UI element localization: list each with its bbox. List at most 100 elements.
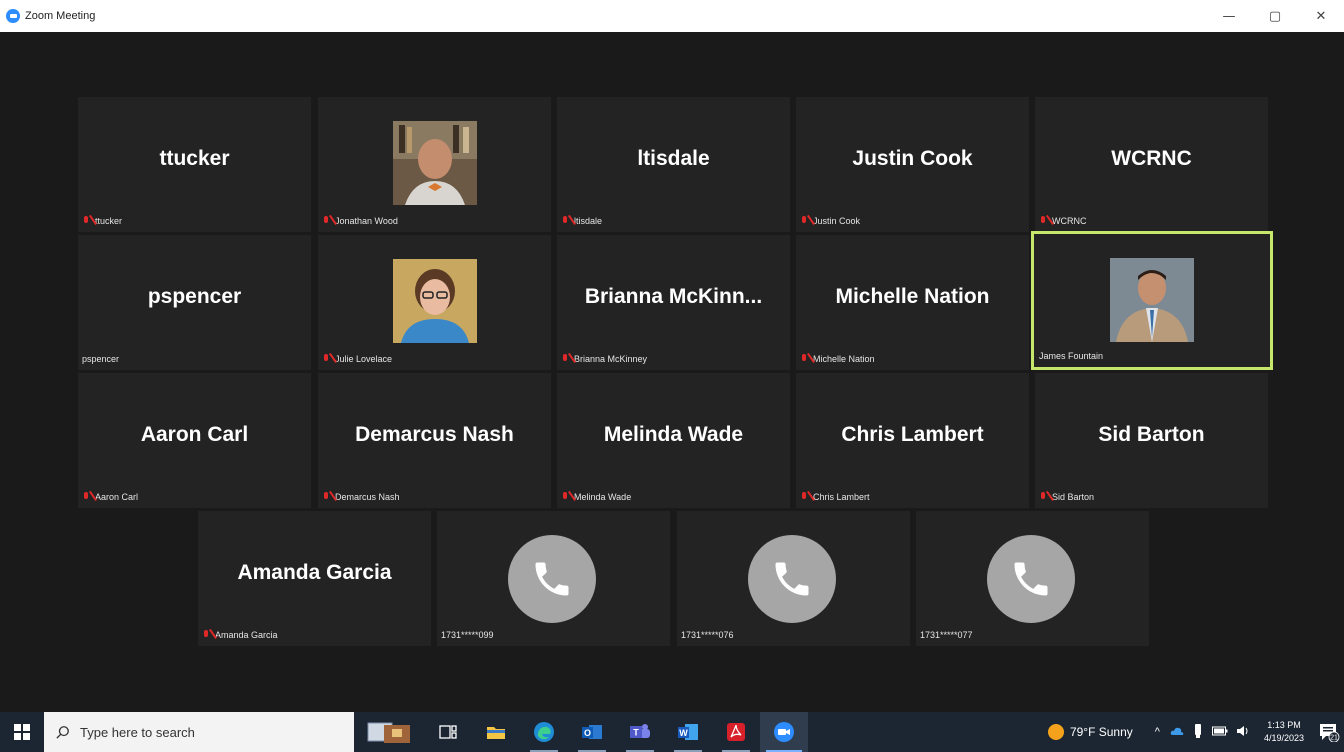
- participant-name-label: Aaron Carl: [82, 492, 138, 502]
- participant-name-label: Demarcus Nash: [322, 492, 400, 502]
- participant-display-name: Melinda Wade: [603, 423, 744, 446]
- window-title: Zoom Meeting: [25, 10, 96, 22]
- participant-name-label: James Fountain: [1039, 351, 1104, 361]
- phone-participant-tile[interactable]: 1731*****077: [916, 511, 1149, 646]
- phone-icon: [748, 535, 836, 623]
- participant-display-name: Chris Lambert: [841, 423, 984, 446]
- sun-icon: [1047, 724, 1064, 740]
- participant-name-label: ttucker: [82, 216, 122, 226]
- participant-name-label: Melinda Wade: [561, 492, 631, 502]
- participant-tile[interactable]: Sid Barton Sid Barton: [1035, 373, 1268, 508]
- gallery-view: ttucker ttucker Jonathan Wood ltisdale l…: [6, 32, 1338, 706]
- show-hidden-icons-chevron-icon[interactable]: ^: [1155, 726, 1160, 738]
- muted-mic-icon: [561, 354, 570, 364]
- notification-count: 21: [1330, 735, 1338, 742]
- participant-name-label: Amanda Garcia: [202, 630, 278, 640]
- muted-mic-icon: [561, 492, 570, 502]
- participant-tile[interactable]: Jonathan Wood: [318, 97, 551, 232]
- word-icon[interactable]: W: [664, 712, 712, 752]
- participant-display-name: Sid Barton: [1098, 423, 1205, 446]
- participant-display-name: Justin Cook: [852, 147, 973, 170]
- minimize-button[interactable]: —: [1206, 0, 1252, 32]
- outlook-icon[interactable]: O: [568, 712, 616, 752]
- windows-logo-icon: [14, 724, 30, 740]
- participant-video: [393, 121, 477, 205]
- cortana-widget-icon[interactable]: [354, 712, 424, 752]
- muted-mic-icon: [322, 492, 331, 502]
- participant-tile[interactable]: Justin Cook Justin Cook: [796, 97, 1029, 232]
- participant-tile[interactable]: ltisdale ltisdale: [557, 97, 790, 232]
- participant-tile[interactable]: Chris Lambert Chris Lambert: [796, 373, 1029, 508]
- onedrive-icon[interactable]: [1170, 726, 1184, 739]
- participant-tile[interactable]: Aaron Carl Aaron Carl: [78, 373, 311, 508]
- phone-icon: [508, 535, 596, 623]
- phone-icon: [987, 535, 1075, 623]
- participant-tile[interactable]: ttucker ttucker: [78, 97, 311, 232]
- teams-icon[interactable]: T: [616, 712, 664, 752]
- participant-video: [1110, 258, 1194, 342]
- svg-text:O: O: [584, 728, 591, 738]
- participant-tile[interactable]: Julie Lovelace: [318, 235, 551, 370]
- participant-name-label: WCRNC: [1039, 216, 1087, 226]
- clock-time: 1:13 PM: [1267, 720, 1301, 730]
- taskbar-clock[interactable]: 1:13 PM 4/19/2023: [1264, 719, 1304, 745]
- system-tray: 79°F Sunny ^ 1:13 PM 4/19/2023 21: [1047, 712, 1344, 752]
- participant-tile[interactable]: Melinda Wade Melinda Wade: [557, 373, 790, 508]
- phone-participant-tile[interactable]: 1731*****099: [437, 511, 670, 646]
- close-button[interactable]: ✕: [1298, 0, 1344, 32]
- task-view-icon[interactable]: [424, 712, 472, 752]
- search-icon: [56, 726, 69, 739]
- volume-icon[interactable]: [1236, 725, 1250, 740]
- participant-tile[interactable]: Brianna McKinn... Brianna McKinney: [557, 235, 790, 370]
- taskbar-search-box[interactable]: Type here to search: [44, 712, 354, 752]
- acrobat-icon[interactable]: [712, 712, 760, 752]
- participant-name-label: Michelle Nation: [800, 354, 875, 364]
- weather-widget[interactable]: 79°F Sunny: [1047, 724, 1133, 740]
- participant-tile[interactable]: Michelle Nation Michelle Nation: [796, 235, 1029, 370]
- muted-mic-icon: [82, 492, 91, 502]
- windows-taskbar: Type here to search O T W 79°F Sunny ^ 1…: [0, 712, 1344, 752]
- muted-mic-icon: [322, 216, 331, 226]
- participant-display-name: Aaron Carl: [140, 423, 249, 446]
- participant-name-label: Brianna McKinney: [561, 354, 647, 364]
- participant-name-label: Jonathan Wood: [322, 216, 398, 226]
- svg-text:W: W: [679, 728, 688, 738]
- participant-display-name: Michelle Nation: [835, 285, 990, 308]
- weather-text: 79°F Sunny: [1069, 725, 1133, 739]
- participant-display-name: Demarcus Nash: [355, 423, 514, 446]
- zoom-app-icon: [6, 9, 20, 23]
- active-speaker-tile[interactable]: James Fountain: [1031, 231, 1273, 370]
- usb-device-icon[interactable]: [1194, 723, 1202, 741]
- muted-mic-icon: [1039, 216, 1048, 226]
- file-explorer-icon[interactable]: [472, 712, 520, 752]
- edge-browser-icon[interactable]: [520, 712, 568, 752]
- muted-mic-icon: [800, 216, 809, 226]
- participant-name-label: Julie Lovelace: [322, 354, 392, 364]
- start-button[interactable]: [0, 712, 44, 752]
- muted-mic-icon: [800, 492, 809, 502]
- zoom-taskbar-icon[interactable]: [760, 712, 808, 752]
- participant-tile[interactable]: WCRNC WCRNC: [1035, 97, 1268, 232]
- participant-display-name: Brianna McKinn...: [584, 285, 763, 308]
- participant-display-name: ltisdale: [637, 147, 710, 170]
- participant-tile[interactable]: pspencer pspencer: [78, 235, 311, 370]
- battery-icon[interactable]: [1211, 726, 1228, 739]
- participant-video: [393, 259, 477, 343]
- participant-name-label: Chris Lambert: [800, 492, 870, 502]
- search-placeholder: Type here to search: [80, 724, 195, 740]
- notification-center-icon[interactable]: 21: [1314, 712, 1344, 752]
- muted-mic-icon: [561, 216, 570, 226]
- clock-date: 4/19/2023: [1263, 733, 1304, 743]
- restore-button[interactable]: ▢: [1252, 0, 1298, 32]
- participant-name-label: 1731*****076: [681, 630, 734, 640]
- muted-mic-icon: [202, 630, 211, 640]
- participant-display-name: pspencer: [147, 285, 242, 308]
- participant-name-label: Sid Barton: [1039, 492, 1094, 502]
- participant-name-label: Justin Cook: [800, 216, 860, 226]
- phone-participant-tile[interactable]: 1731*****076: [677, 511, 910, 646]
- participant-name-label: pspencer: [82, 354, 120, 364]
- participant-name-label: ltisdale: [561, 216, 602, 226]
- participant-tile[interactable]: Demarcus Nash Demarcus Nash: [318, 373, 551, 508]
- participant-tile[interactable]: Amanda Garcia Amanda Garcia: [198, 511, 431, 646]
- participant-display-name: ttucker: [159, 147, 230, 170]
